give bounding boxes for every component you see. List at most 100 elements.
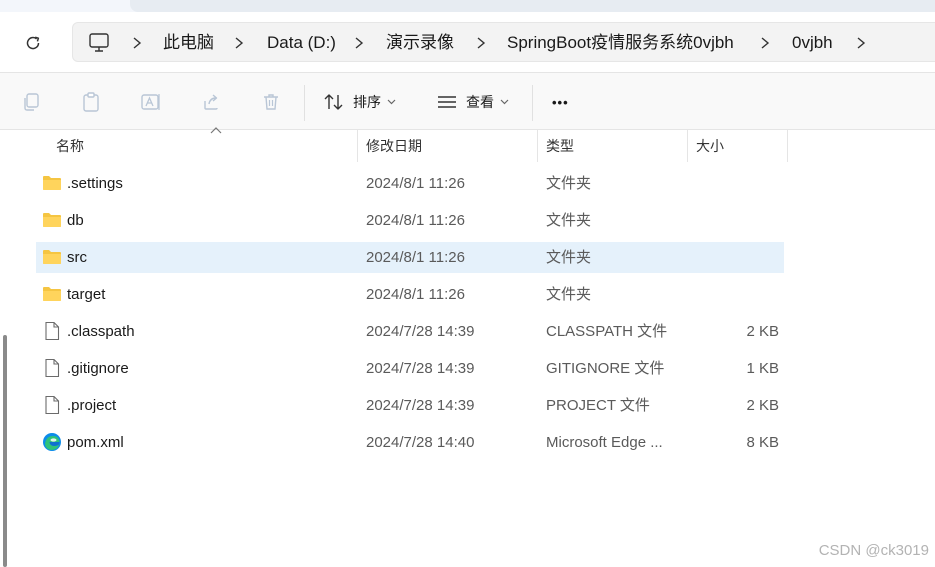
file-modified: 2024/8/1 11:26 — [366, 249, 465, 266]
trash-icon — [264, 94, 278, 110]
more-icon: ••• — [552, 94, 569, 110]
column-header-modified[interactable]: 修改日期 — [358, 130, 538, 162]
file-name: .gitignore — [67, 360, 129, 377]
file-size — [696, 205, 779, 236]
file-name: src — [67, 249, 87, 266]
file-size: 2 KB — [746, 397, 779, 414]
file-size: 2 KB — [746, 323, 779, 340]
sort-ascending-icon — [210, 127, 222, 134]
watermark: CSDN @ck3019 — [818, 542, 929, 559]
scrollbar-thumb[interactable] — [3, 335, 7, 567]
file-name: target — [67, 286, 106, 303]
chevron-right-icon[interactable] — [759, 36, 771, 50]
folder-icon — [43, 213, 61, 227]
file-type: Microsoft Edge ... — [546, 434, 663, 451]
file-row[interactable]: .project 2024/7/28 14:39 PROJECT 文件 2 KB — [36, 390, 784, 421]
column-size-label: 大小 — [696, 138, 724, 154]
breadcrumb-item-drive[interactable]: Data (D:) — [267, 23, 336, 63]
file-modified: 2024/8/1 11:26 — [366, 212, 465, 229]
view-label: 查看 — [466, 94, 494, 110]
refresh-button[interactable] — [18, 28, 48, 58]
edge-icon — [43, 433, 61, 451]
list-view-icon — [438, 96, 456, 108]
this-pc-icon[interactable] — [87, 32, 111, 54]
file-type: 文件夹 — [546, 249, 592, 266]
file-type: PROJECT 文件 — [546, 397, 650, 414]
file-icon — [45, 321, 60, 341]
folder-icon — [43, 176, 61, 190]
folder-icon — [43, 287, 61, 301]
file-row[interactable]: db 2024/8/1 11:26 文件夹 — [36, 205, 784, 236]
chevron-down-icon — [500, 99, 509, 105]
delete-button[interactable] — [259, 90, 283, 114]
file-row[interactable]: target 2024/8/1 11:26 文件夹 — [36, 279, 784, 310]
rename-button[interactable] — [139, 90, 163, 114]
column-name-label: 名称 — [56, 138, 84, 154]
file-name: .classpath — [67, 323, 135, 340]
copy-button[interactable] — [19, 90, 43, 114]
file-type: 文件夹 — [546, 212, 592, 229]
breadcrumb-item-folder[interactable]: 演示录像 — [386, 23, 454, 63]
file-size: 1 KB — [746, 360, 779, 377]
folder-icon — [43, 250, 61, 264]
file-name: .project — [67, 397, 117, 414]
file-size — [696, 279, 779, 310]
chevron-right-icon[interactable] — [233, 36, 245, 50]
vertical-scrollbar[interactable] — [0, 130, 16, 567]
active-tab[interactable] — [130, 0, 935, 12]
sort-label: 排序 — [353, 94, 381, 110]
view-button[interactable]: 查看 — [436, 89, 517, 115]
file-modified: 2024/7/28 14:39 — [366, 397, 475, 414]
file-row[interactable]: src 2024/8/1 11:26 文件夹 — [36, 242, 784, 273]
file-modified: 2024/7/28 14:39 — [366, 360, 475, 377]
chevron-right-icon[interactable] — [353, 36, 365, 50]
file-type: CLASSPATH 文件 — [546, 323, 668, 340]
file-row[interactable]: pom.xml 2024/7/28 14:40 Microsoft Edge .… — [36, 427, 784, 458]
toolbar-divider — [304, 85, 305, 121]
file-row[interactable]: .settings 2024/8/1 11:26 文件夹 — [36, 168, 784, 199]
paste-button[interactable] — [79, 90, 103, 114]
more-options-button[interactable]: ••• — [552, 89, 569, 115]
column-header-row: 名称 修改日期 类型 大小 — [36, 127, 796, 162]
breadcrumb-item-current[interactable]: 0vjbh — [792, 23, 833, 63]
file-name: pom.xml — [67, 434, 124, 451]
column-header-name[interactable]: 名称 — [48, 127, 358, 162]
file-modified: 2024/7/28 14:40 — [366, 434, 475, 451]
command-bar: 排序 查看 ••• — [0, 72, 935, 130]
share-button[interactable] — [199, 90, 223, 114]
file-type: GITIGNORE 文件 — [546, 360, 665, 377]
breadcrumb-item-project[interactable]: SpringBoot疫情服务系统0vjbh — [507, 23, 734, 63]
file-name: .settings — [67, 175, 123, 192]
file-size — [696, 168, 779, 199]
sort-button[interactable]: 排序 — [323, 89, 404, 115]
file-row[interactable]: .classpath 2024/7/28 14:39 CLASSPATH 文件 … — [36, 316, 784, 347]
share-icon — [204, 94, 218, 110]
address-row: 此电脑 Data (D:) 演示录像 SpringBoot疫情服务系统0vjbh… — [0, 12, 935, 72]
chevron-right-icon[interactable] — [475, 36, 487, 50]
breadcrumb[interactable]: 此电脑 Data (D:) 演示录像 SpringBoot疫情服务系统0vjbh… — [72, 22, 935, 62]
chevron-right-icon[interactable] — [855, 36, 867, 50]
file-row[interactable]: .gitignore 2024/7/28 14:39 GITIGNORE 文件 … — [36, 353, 784, 384]
toolbar-divider — [532, 85, 533, 121]
file-size — [696, 242, 779, 273]
file-modified: 2024/8/1 11:26 — [366, 175, 465, 192]
chevron-down-icon — [387, 99, 396, 105]
clipboard-icon — [83, 92, 99, 112]
column-type-label: 类型 — [546, 138, 574, 154]
file-type: 文件夹 — [546, 286, 592, 303]
file-modified: 2024/7/28 14:39 — [366, 323, 475, 340]
refresh-icon — [26, 36, 40, 50]
file-list-pane[interactable]: 名称 修改日期 类型 大小 .settings 2024/8/1 11:26 文… — [0, 127, 935, 567]
copy-icon — [24, 93, 39, 111]
rename-icon — [141, 94, 160, 110]
file-type: 文件夹 — [546, 175, 592, 192]
chevron-right-icon[interactable] — [131, 36, 143, 50]
column-header-size[interactable]: 大小 — [688, 130, 788, 162]
file-size: 8 KB — [746, 434, 779, 451]
tab-strip — [0, 0, 935, 12]
sort-icon — [324, 94, 343, 110]
column-header-type[interactable]: 类型 — [538, 130, 688, 162]
column-modified-label: 修改日期 — [366, 138, 422, 154]
breadcrumb-item-this-pc[interactable]: 此电脑 — [163, 23, 214, 63]
file-modified: 2024/8/1 11:26 — [366, 286, 465, 303]
